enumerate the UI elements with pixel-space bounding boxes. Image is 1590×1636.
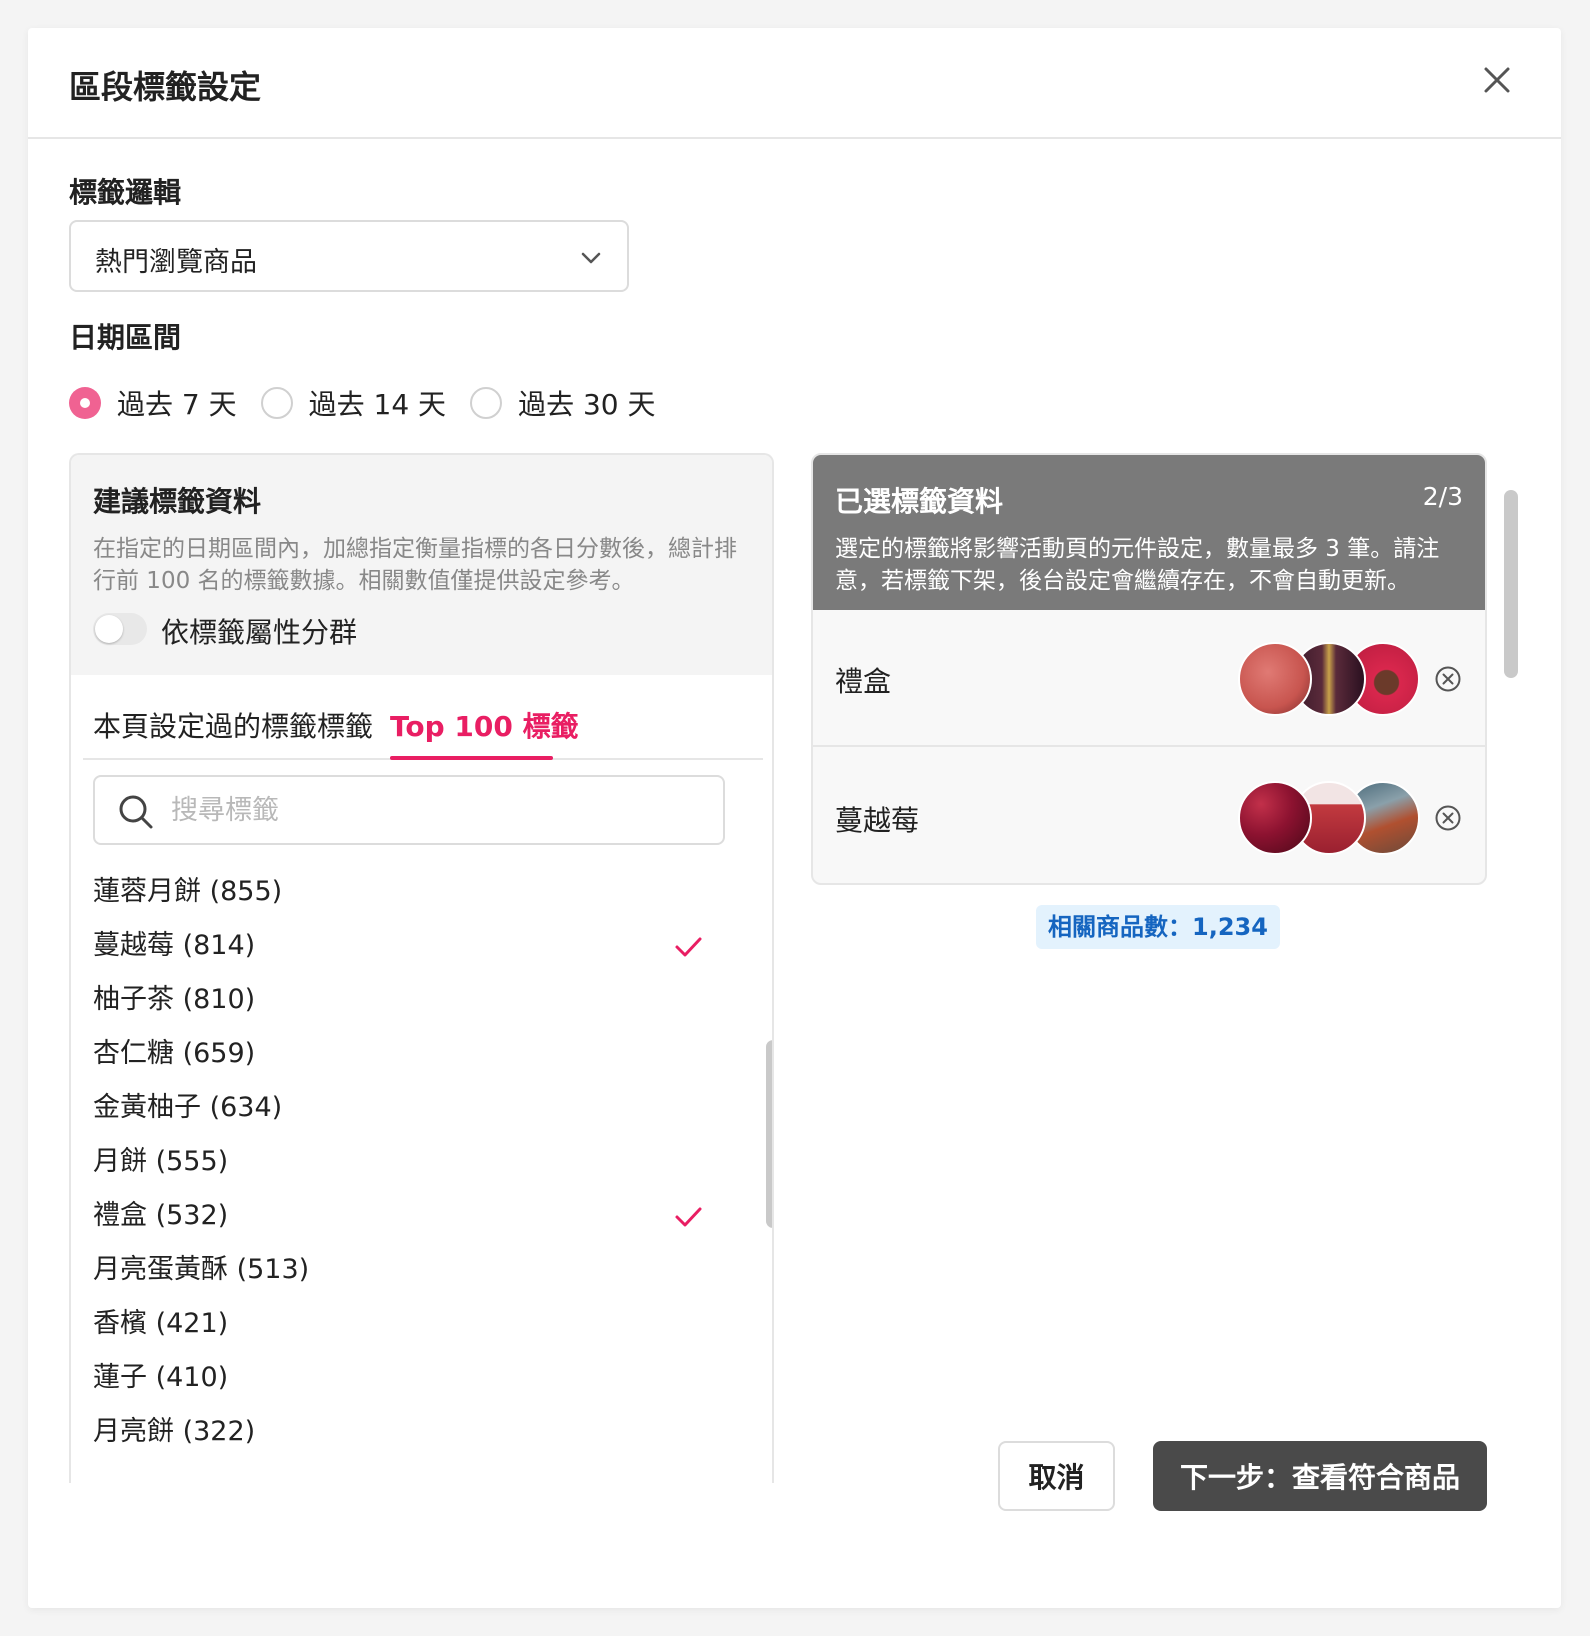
selected-tags-header: 已選標籤資料 2/3 選定的標籤將影響活動頁的元件設定，數量最多 3 筆。請注意…	[813, 455, 1485, 610]
tag-label: 香檳 (421)	[93, 1308, 229, 1339]
selected-tag-name: 禮盒	[835, 665, 892, 698]
active-tab-indicator	[390, 756, 553, 760]
selected-tag-row: 蔓越莓	[813, 749, 1485, 883]
date-range-radio-group: 過去 7 天 過去 14 天 過去 30 天	[69, 383, 680, 423]
tag-label: 禮盒 (532)	[93, 1200, 229, 1231]
tag-label: 月亮蛋黃酥 (513)	[93, 1254, 310, 1285]
tab-top-100-tags[interactable]: Top 100 標籤	[390, 705, 579, 745]
radio-7-days[interactable]: 過去 7 天	[69, 383, 237, 423]
radio-button[interactable]	[470, 387, 503, 419]
tag-label: 蓮子 (410)	[93, 1362, 229, 1393]
tag-label: 金黃柚子 (634)	[93, 1092, 283, 1123]
tag-label: 柚子茶 (810)	[93, 984, 256, 1015]
product-thumbnails	[1238, 781, 1423, 855]
modal-scrollbar[interactable]	[1504, 490, 1518, 678]
remove-circle-icon[interactable]	[1433, 803, 1463, 833]
suggested-tags-panel: 建議標籤資料 在指定的日期區間內，加總指定衡量指標的各日分數後，總計排行前 10…	[69, 453, 774, 1483]
suggested-tags-title: 建議標籤資料	[93, 485, 262, 518]
check-icon	[675, 1207, 702, 1227]
remove-circle-icon[interactable]	[1433, 664, 1463, 694]
selected-tag-name: 蔓越莓	[835, 804, 920, 837]
tag-label: 月亮餅 (322)	[93, 1416, 256, 1447]
date-range-label: 日期區間	[69, 321, 182, 354]
list-item[interactable]: 柚子茶 (810)	[93, 973, 713, 1027]
cancel-button[interactable]: 取消	[998, 1441, 1115, 1511]
tag-label: 蔓越莓 (814)	[93, 930, 256, 961]
list-item[interactable]: 香檳 (421)	[93, 1297, 713, 1351]
suggested-tags-header: 建議標籤資料 在指定的日期區間內，加總指定衡量指標的各日分數後，總計排行前 10…	[71, 455, 772, 675]
chevron-down-icon	[581, 252, 601, 264]
logic-label: 標籤邏輯	[69, 176, 182, 209]
radio-label: 過去 30 天	[518, 388, 656, 421]
search-box	[93, 775, 725, 845]
check-icon	[675, 937, 702, 957]
list-item[interactable]: 蔓越莓 (814)	[93, 919, 713, 973]
list-item[interactable]: 金黃柚子 (634)	[93, 1081, 713, 1135]
selected-tags-panel: 已選標籤資料 2/3 選定的標籤將影響活動頁的元件設定，數量最多 3 筆。請注意…	[811, 453, 1487, 885]
search-icon	[119, 795, 153, 829]
modal-header: 區段標籤設定	[28, 28, 1561, 139]
radio-button[interactable]	[260, 387, 293, 419]
group-by-attribute-toggle[interactable]	[93, 613, 147, 645]
selected-tag-row: 禮盒	[813, 610, 1485, 747]
logic-select[interactable]: 熱門瀏覽商品	[69, 220, 629, 292]
related-products-count-badge: 相關商品數：1,234	[1036, 905, 1280, 949]
tag-label: 杏仁糖 (659)	[93, 1038, 256, 1069]
search-input[interactable]	[171, 787, 691, 833]
list-item[interactable]: 蓮蓉月餅 (855)	[93, 865, 713, 919]
tab-page-used-tags[interactable]: 本頁設定過的標籤標籤	[93, 705, 373, 745]
product-thumbnail	[1238, 781, 1312, 855]
close-button[interactable]	[1477, 60, 1517, 100]
list-item[interactable]: 月亮餅 (322)	[93, 1405, 713, 1459]
radio-30-days[interactable]: 過去 30 天	[470, 383, 656, 423]
next-step-button[interactable]: 下一步：查看符合商品	[1153, 1441, 1487, 1511]
product-thumbnail	[1238, 642, 1312, 716]
suggested-tags-description: 在指定的日期區間內，加總指定衡量指標的各日分數後，總計排行前 100 名的標籤數…	[93, 536, 737, 594]
list-item[interactable]: 月餅 (555)	[93, 1135, 713, 1189]
selected-tags-count: 2/3	[1422, 482, 1463, 511]
close-icon	[1484, 67, 1510, 93]
selected-tags-title: 已選標籤資料	[835, 485, 1004, 518]
tag-settings-modal: 區段標籤設定 標籤邏輯 熱門瀏覽商品 日期區間 過去 7 天 過去 14 天 過…	[28, 28, 1561, 1608]
list-item[interactable]: 月亮蛋黃酥 (513)	[93, 1243, 713, 1297]
tag-list: 蓮蓉月餅 (855) 蔓越莓 (814) 柚子茶 (810) 杏仁糖 (659)…	[93, 865, 713, 1459]
tag-list-scrollbar[interactable]	[766, 1040, 772, 1228]
list-item[interactable]: 禮盒 (532)	[93, 1189, 713, 1243]
radio-label: 過去 14 天	[308, 388, 447, 421]
list-item[interactable]: 杏仁糖 (659)	[93, 1027, 713, 1081]
radio-14-days[interactable]: 過去 14 天	[260, 383, 447, 423]
tag-label: 月餅 (555)	[93, 1146, 229, 1177]
tag-tabs: 本頁設定過的標籤標籤 Top 100 標籤	[83, 675, 763, 760]
list-item[interactable]: 蓮子 (410)	[93, 1351, 713, 1405]
selected-tags-description: 選定的標籤將影響活動頁的元件設定，數量最多 3 筆。請注意，若標籤下架，後台設定…	[835, 536, 1440, 594]
radio-label: 過去 7 天	[117, 388, 237, 421]
radio-button[interactable]	[69, 387, 101, 419]
modal-title: 區段標籤設定	[69, 68, 262, 106]
product-thumbnails	[1238, 642, 1423, 716]
toggle-label: 依標籤屬性分群	[161, 616, 358, 649]
logic-select-value: 熱門瀏覽商品	[95, 247, 257, 278]
tag-label: 蓮蓉月餅 (855)	[93, 876, 283, 907]
